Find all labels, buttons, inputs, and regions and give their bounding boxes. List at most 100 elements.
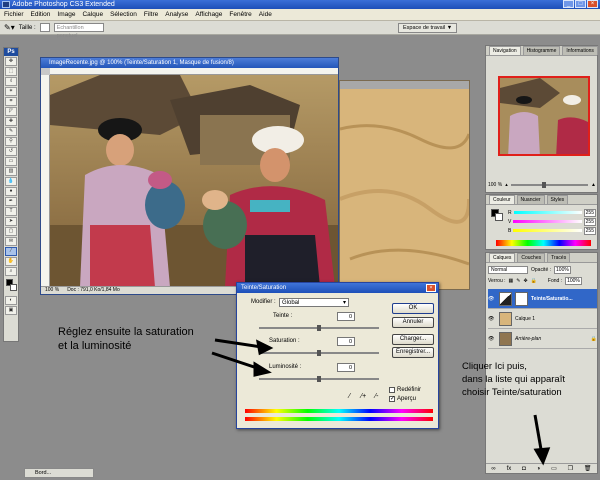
channel-b-value[interactable]: 255 — [583, 226, 596, 235]
fill-value[interactable]: 100% — [565, 276, 582, 285]
saturation-value-field[interactable]: 0 — [337, 337, 355, 346]
zoom-tool-icon[interactable]: ⌕ — [5, 267, 17, 276]
close-button[interactable]: × — [587, 0, 598, 8]
magic-wand-tool-icon[interactable]: ✶ — [5, 87, 17, 96]
screen-mode-icon[interactable]: ▣ — [5, 306, 17, 315]
new-group-icon[interactable]: ▭ — [551, 465, 557, 472]
layer-mask-thumb[interactable] — [515, 291, 528, 306]
eyedropper-tool-icon[interactable]: ⁄ — [5, 247, 17, 256]
layer-row-hue-saturation[interactable]: 👁 Teinte/Saturatio... — [488, 289, 597, 309]
eraser-tool-icon[interactable]: ▭ — [5, 157, 17, 166]
tab-navigation[interactable]: Navigation — [489, 46, 521, 55]
tab-couches[interactable]: Couches — [517, 253, 546, 262]
maximize-button[interactable]: □ — [575, 0, 586, 8]
lock-transparency-icon[interactable]: ▦ — [509, 278, 514, 284]
teinte-value-field[interactable]: 0 — [337, 312, 355, 321]
menu-selection[interactable]: Sélection — [110, 11, 137, 18]
workspace-button[interactable]: Espace de travail ▼ — [398, 23, 458, 33]
background-color-swatch[interactable] — [10, 284, 17, 291]
minimized-window-tab[interactable]: Bord... — [24, 468, 94, 478]
notes-tool-icon[interactable]: ✉ — [5, 237, 17, 246]
colorize-checkbox[interactable] — [389, 387, 395, 393]
new-adjustment-layer-icon[interactable]: ◑ — [537, 466, 541, 472]
document-window[interactable]: ImageRecente.jpg @ 100% (Teinte/Saturati… — [40, 57, 339, 295]
load-button[interactable]: Charger... — [392, 334, 434, 345]
gradient-tool-icon[interactable]: ▥ — [5, 167, 17, 176]
blend-mode-select[interactable]: Normal — [488, 265, 528, 274]
tab-informations[interactable]: Informations — [562, 46, 598, 55]
luminosite-slider[interactable] — [259, 376, 379, 382]
tab-traces[interactable]: Tracés — [547, 253, 571, 262]
tab-histogramme[interactable]: Histogramme — [522, 46, 561, 55]
menu-analyse[interactable]: Analyse — [165, 11, 188, 18]
teinte-slider[interactable] — [259, 325, 379, 331]
ok-button[interactable]: OK — [392, 303, 434, 314]
lasso-tool-icon[interactable]: ℓ — [5, 77, 17, 86]
lock-paint-icon[interactable]: ✎ — [516, 278, 520, 284]
preview-checkbox[interactable]: ✓ — [389, 396, 395, 402]
brush-preset-picker[interactable] — [39, 23, 50, 32]
eyedropper-icon[interactable]: ⁄ — [349, 393, 350, 400]
eyedropper-plus-icon[interactable]: ⁄+ — [361, 393, 366, 400]
history-brush-tool-icon[interactable]: ↺ — [5, 147, 17, 156]
channel-b-slider[interactable] — [513, 229, 582, 232]
lock-all-icon[interactable]: 🔒 — [531, 278, 537, 284]
color-spectrum-bar[interactable] — [496, 240, 591, 246]
minimize-button[interactable]: _ — [563, 0, 574, 8]
menu-fenetre[interactable]: Fenêtre — [229, 11, 251, 18]
link-layers-icon[interactable]: ∞ — [491, 466, 495, 472]
shape-tool-icon[interactable]: ▢ — [5, 227, 17, 236]
tab-nuancier[interactable]: Nuancier — [516, 195, 545, 204]
zoom-in-icon[interactable]: ▲ — [591, 182, 596, 188]
navigator-thumbnail[interactable] — [498, 76, 590, 156]
brush-tool-icon[interactable]: ✎▾ — [4, 23, 15, 32]
modifier-select[interactable]: Global ▾ — [279, 298, 349, 307]
eyedropper-minus-icon[interactable]: ⁄- — [375, 393, 379, 400]
color-bg-swatch[interactable] — [495, 213, 503, 221]
cancel-button[interactable]: Annuler — [392, 317, 434, 328]
save-button[interactable]: Enregistrer... — [392, 347, 434, 358]
menu-filtre[interactable]: Filtre — [144, 11, 158, 18]
lock-position-icon[interactable]: ✥ — [523, 278, 527, 284]
menu-affichage[interactable]: Affichage — [195, 11, 222, 18]
luminosite-value-field[interactable]: 0 — [337, 363, 355, 372]
menu-aide[interactable]: Aide — [259, 11, 272, 18]
visibility-eye-icon[interactable]: 👁 — [488, 296, 496, 302]
channel-v-value[interactable]: 255 — [583, 217, 596, 226]
tab-calques[interactable]: Calques — [489, 253, 516, 262]
menu-image[interactable]: Image — [57, 11, 75, 18]
dodge-tool-icon[interactable]: ● — [5, 187, 17, 196]
navigator-zoom-slider[interactable] — [510, 182, 589, 188]
opacity-value[interactable]: 100% — [554, 265, 571, 274]
visibility-eye-icon[interactable]: 👁 — [488, 336, 496, 342]
visibility-eye-icon[interactable]: 👁 — [488, 316, 496, 322]
pen-tool-icon[interactable]: ✒ — [5, 197, 17, 206]
path-selection-tool-icon[interactable]: ➤ — [5, 217, 17, 226]
sample-field[interactable]: Echantillon ponctuel — [53, 23, 104, 39]
zoom-readout[interactable]: 100 % — [45, 287, 59, 294]
type-tool-icon[interactable]: T — [5, 207, 17, 216]
tab-couleur[interactable]: Couleur — [489, 195, 515, 204]
delete-layer-icon[interactable]: 🗑 — [584, 465, 592, 472]
zoom-out-icon[interactable]: ▴ — [505, 182, 508, 188]
menu-calque[interactable]: Calque — [82, 11, 103, 18]
luminosite-slider-knob[interactable] — [317, 376, 321, 382]
channel-r-value[interactable]: 255 — [583, 208, 596, 217]
dialog-close-button[interactable]: × — [426, 284, 436, 292]
layer-style-icon[interactable]: fx — [507, 466, 512, 472]
second-document-window[interactable] — [339, 80, 472, 290]
tab-styles[interactable]: Styles — [546, 195, 569, 204]
marquee-tool-icon[interactable]: ⬚ — [5, 67, 17, 76]
move-tool-icon[interactable]: ✥ — [5, 57, 17, 66]
blur-tool-icon[interactable]: 💧 — [5, 177, 17, 186]
channel-v-slider[interactable] — [513, 220, 582, 223]
navigator-zoom-value[interactable]: 100 % — [488, 182, 502, 188]
slice-tool-icon[interactable]: ◸ — [5, 107, 17, 116]
new-layer-icon[interactable]: ❐ — [568, 465, 573, 472]
menu-fichier[interactable]: Fichier — [4, 11, 24, 18]
add-mask-icon[interactable]: ◘ — [522, 466, 526, 472]
saturation-slider-knob[interactable] — [317, 350, 321, 356]
canvas-photo[interactable] — [50, 75, 338, 287]
healing-brush-tool-icon[interactable]: ✚ — [5, 117, 17, 126]
layer-row-calque-1[interactable]: 👁 Calque 1 — [488, 309, 597, 329]
